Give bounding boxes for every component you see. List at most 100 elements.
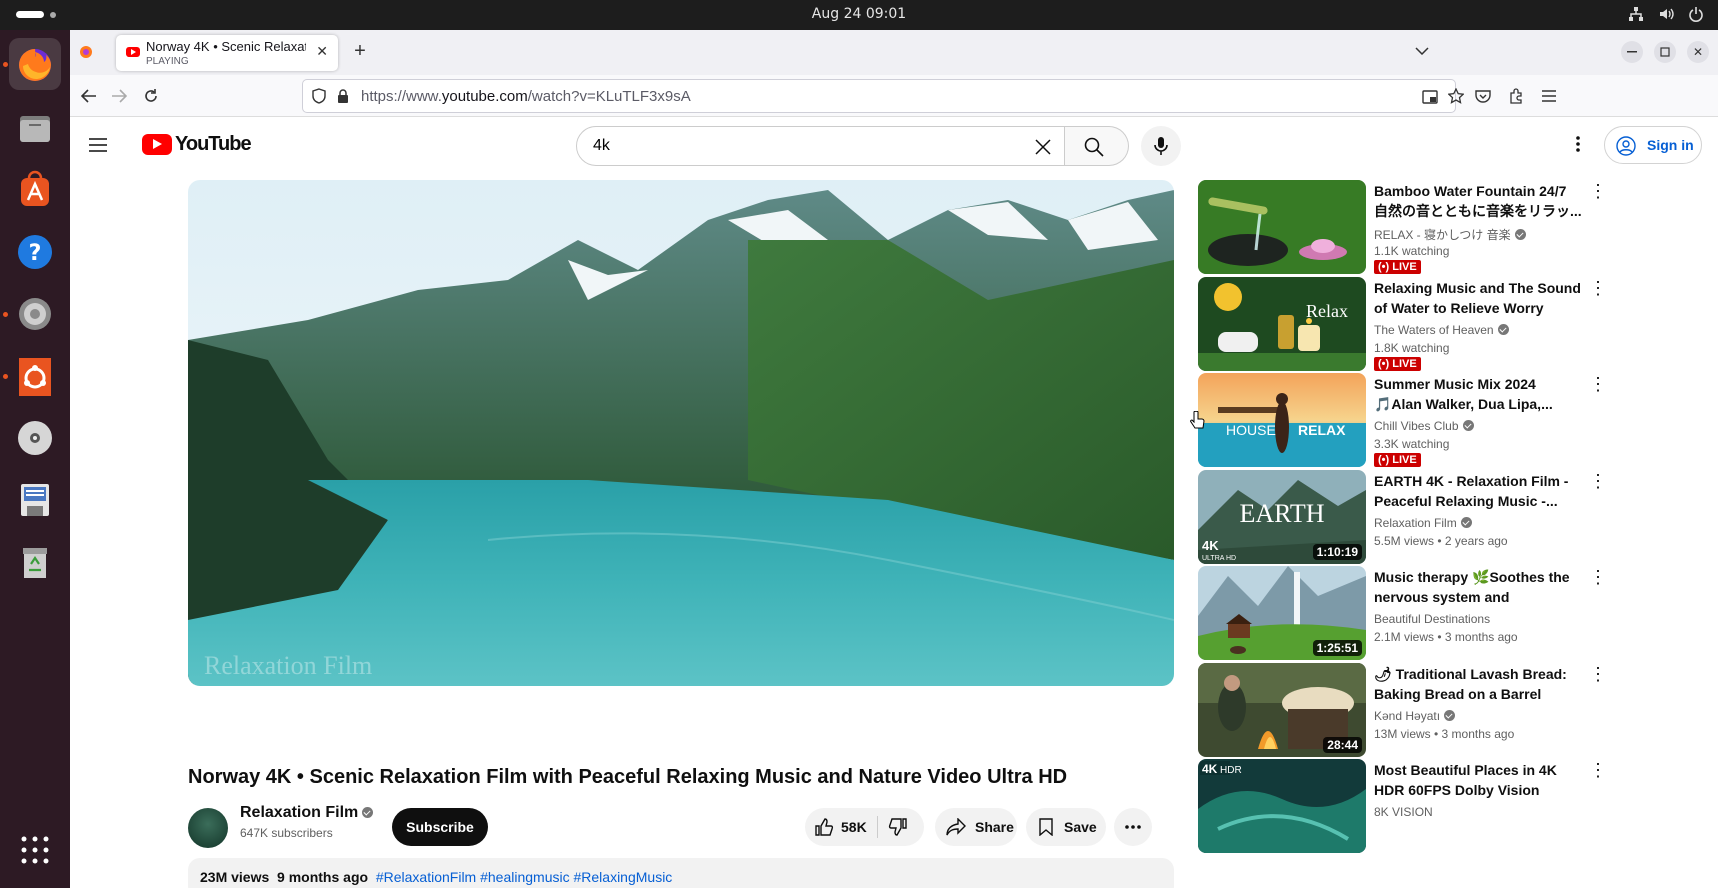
settings-more-icon[interactable]: [1566, 132, 1590, 156]
recommendation-item[interactable]: 1:25:51 Music therapy 🌿Soothes the nervo…: [1198, 566, 1698, 660]
bookmark-star-icon[interactable]: [1447, 87, 1465, 105]
power-icon[interactable]: [1688, 6, 1704, 22]
voice-search-button[interactable]: [1141, 126, 1181, 166]
sign-in-button[interactable]: Sign in: [1604, 126, 1702, 164]
address-bar[interactable]: https://www.youtube.com/watch?v=KLuTLF3x…: [302, 79, 1464, 113]
recommendation-title[interactable]: EARTH 4K - Relaxation Film - Peaceful Re…: [1374, 471, 1582, 511]
hashtags[interactable]: #RelaxationFilm #healingmusic #RelaxingM…: [376, 869, 672, 885]
upload-age: 9 months ago: [277, 869, 369, 885]
share-icon: [945, 817, 967, 837]
recommendation-thumbnail[interactable]: EARTH 4K ULTRA HD 1:10:19: [1198, 470, 1366, 564]
url-text[interactable]: https://www.youtube.com/watch?v=KLuTLF3x…: [361, 88, 691, 105]
recommendation-item[interactable]: Bamboo Water Fountain 24/7 自然の音とともに音楽をリラ…: [1198, 180, 1698, 274]
recommendation-stats: 1.1K watching: [1374, 244, 1450, 258]
recommendation-more-icon[interactable]: ⋮: [1586, 180, 1610, 204]
browser-nav-bar: https://www.youtube.com/watch?v=KLuTLF3x…: [70, 75, 1718, 117]
guide-menu-icon[interactable]: [86, 133, 110, 157]
like-count: 58K: [841, 819, 867, 835]
close-tab-icon[interactable]: ✕: [316, 43, 328, 60]
share-button[interactable]: Share: [935, 808, 1017, 846]
youtube-logo[interactable]: YouTube: [142, 133, 252, 156]
recommendation-title[interactable]: Most Beautiful Places in 4K HDR 60FPS Do…: [1374, 760, 1582, 800]
recommendation-more-icon[interactable]: ⋮: [1586, 373, 1610, 397]
system-clock[interactable]: Aug 24 09:01: [0, 6, 1718, 22]
picture-in-picture-icon[interactable]: [1421, 88, 1439, 106]
recommendation-channel[interactable]: RELAX - 寝かしつけ 音楽: [1374, 226, 1526, 243]
summer-mix-thumbnail: HOUSE RELAX: [1198, 373, 1366, 467]
minimize-window-icon[interactable]: [1621, 41, 1643, 63]
clear-search-icon[interactable]: [1032, 136, 1054, 158]
recommendation-more-icon[interactable]: ⋮: [1586, 566, 1610, 590]
list-tabs-chevron-icon[interactable]: [1412, 41, 1432, 61]
close-window-icon[interactable]: ✕: [1687, 41, 1709, 63]
browser-tab-strip: Norway 4K • Scenic Relaxation Film with …: [70, 30, 1718, 75]
recommendation-thumbnail[interactable]: 28:44: [1198, 663, 1366, 757]
firefox-view-icon[interactable]: [78, 44, 94, 60]
restore-window-icon[interactable]: [1654, 41, 1676, 63]
recommendation-channel[interactable]: Kənd Həyatı: [1374, 709, 1456, 723]
video-title: Norway 4K • Scenic Relaxation Film with …: [188, 766, 1068, 788]
video-frame-landscape: Relaxation Film: [188, 180, 1174, 686]
recommendation-item[interactable]: 28:44 🌶 Traditional Lavash Bread: Baking…: [1198, 663, 1698, 757]
search-button[interactable]: [1065, 126, 1129, 166]
recommendation-channel[interactable]: Chill Vibes Club: [1374, 419, 1474, 433]
subscribe-button[interactable]: Subscribe: [392, 808, 488, 846]
back-icon[interactable]: [78, 85, 100, 107]
recommendation-thumbnail[interactable]: Relax: [1198, 277, 1366, 371]
video-player[interactable]: Relaxation Film: [188, 180, 1174, 686]
search-input[interactable]: [593, 137, 993, 155]
save-disk-icon[interactable]: [9, 474, 61, 526]
recommendation-thumbnail[interactable]: HOUSE RELAX: [1198, 373, 1366, 467]
firefox-icon[interactable]: [9, 38, 61, 90]
like-button[interactable]: [813, 817, 835, 837]
dislike-button[interactable]: [887, 817, 909, 837]
recommendation-more-icon[interactable]: ⋮: [1586, 759, 1610, 783]
lock-icon[interactable]: [335, 88, 351, 104]
recommendation-thumbnail[interactable]: 4K HDR: [1198, 759, 1366, 853]
recommendation-more-icon[interactable]: ⋮: [1586, 277, 1610, 301]
recommendation-channel[interactable]: 8K VISION: [1374, 805, 1433, 819]
app-menu-icon[interactable]: [1539, 86, 1559, 106]
recommendation-title[interactable]: Summer Music Mix 2024 🎵Alan Walker, Dua …: [1374, 374, 1582, 414]
recommendation-channel[interactable]: Relaxation Film: [1374, 516, 1472, 530]
description-box[interactable]: 23M views 9 months ago #RelaxationFilm #…: [188, 858, 1174, 888]
network-icon[interactable]: [1628, 6, 1644, 22]
recommendation-more-icon[interactable]: ⋮: [1586, 663, 1610, 687]
more-actions-button[interactable]: [1114, 808, 1152, 846]
trash-icon[interactable]: [9, 536, 61, 588]
tracking-protection-shield-icon[interactable]: [311, 88, 327, 104]
disc-icon[interactable]: [9, 412, 61, 464]
reload-icon[interactable]: [140, 85, 162, 107]
help-icon[interactable]: ?: [9, 226, 61, 278]
extensions-icon[interactable]: [1506, 86, 1526, 106]
recommendation-title[interactable]: Relaxing Music and The Sound of Water to…: [1374, 278, 1582, 318]
recommendation-item[interactable]: HOUSE RELAX Summer Music Mix 2024 🎵Alan W…: [1198, 373, 1698, 467]
recommendation-channel[interactable]: Beautiful Destinations: [1374, 612, 1490, 626]
recommendation-title[interactable]: Music therapy 🌿Soothes the nervous syste…: [1374, 567, 1582, 607]
channel-avatar[interactable]: [188, 808, 228, 848]
recommendation-thumbnail[interactable]: [1198, 180, 1366, 274]
recommendation-item[interactable]: EARTH 4K ULTRA HD 1:10:19 EARTH 4K - Relax…: [1198, 470, 1698, 564]
recommendation-title[interactable]: 🌶 Traditional Lavash Bread: Baking Bread…: [1374, 664, 1582, 704]
recommendation-item[interactable]: Relax Relaxing Music and The Sound of Wa…: [1198, 277, 1698, 371]
search-icon: [1083, 136, 1105, 158]
pocket-icon[interactable]: [1473, 86, 1493, 106]
view-count: 23M views: [200, 869, 270, 885]
recommendation-title[interactable]: Bamboo Water Fountain 24/7 自然の音とともに音楽をリラ…: [1374, 181, 1582, 221]
forward-icon[interactable]: [108, 85, 130, 107]
ubuntu-software-icon[interactable]: [9, 350, 61, 402]
show-apps-icon[interactable]: [9, 824, 61, 876]
recommendation-channel[interactable]: The Waters of Heaven: [1374, 323, 1509, 337]
app-center-icon[interactable]: [9, 164, 61, 216]
active-browser-tab[interactable]: Norway 4K • Scenic Relaxation Film with …: [116, 35, 338, 71]
youtube-favicon: [126, 47, 140, 57]
recommendation-more-icon[interactable]: ⋮: [1586, 470, 1610, 494]
volume-icon[interactable]: [1658, 6, 1674, 22]
save-button[interactable]: Save: [1026, 808, 1106, 846]
new-tab-button[interactable]: +: [350, 40, 370, 62]
files-icon[interactable]: [9, 102, 61, 154]
settings-icon[interactable]: [9, 288, 61, 340]
recommendation-thumbnail[interactable]: 1:25:51: [1198, 566, 1366, 660]
channel-name[interactable]: Relaxation Film: [240, 804, 374, 822]
recommendation-item[interactable]: 4K HDR Most Beautiful Places in 4K HDR 60…: [1198, 759, 1698, 853]
